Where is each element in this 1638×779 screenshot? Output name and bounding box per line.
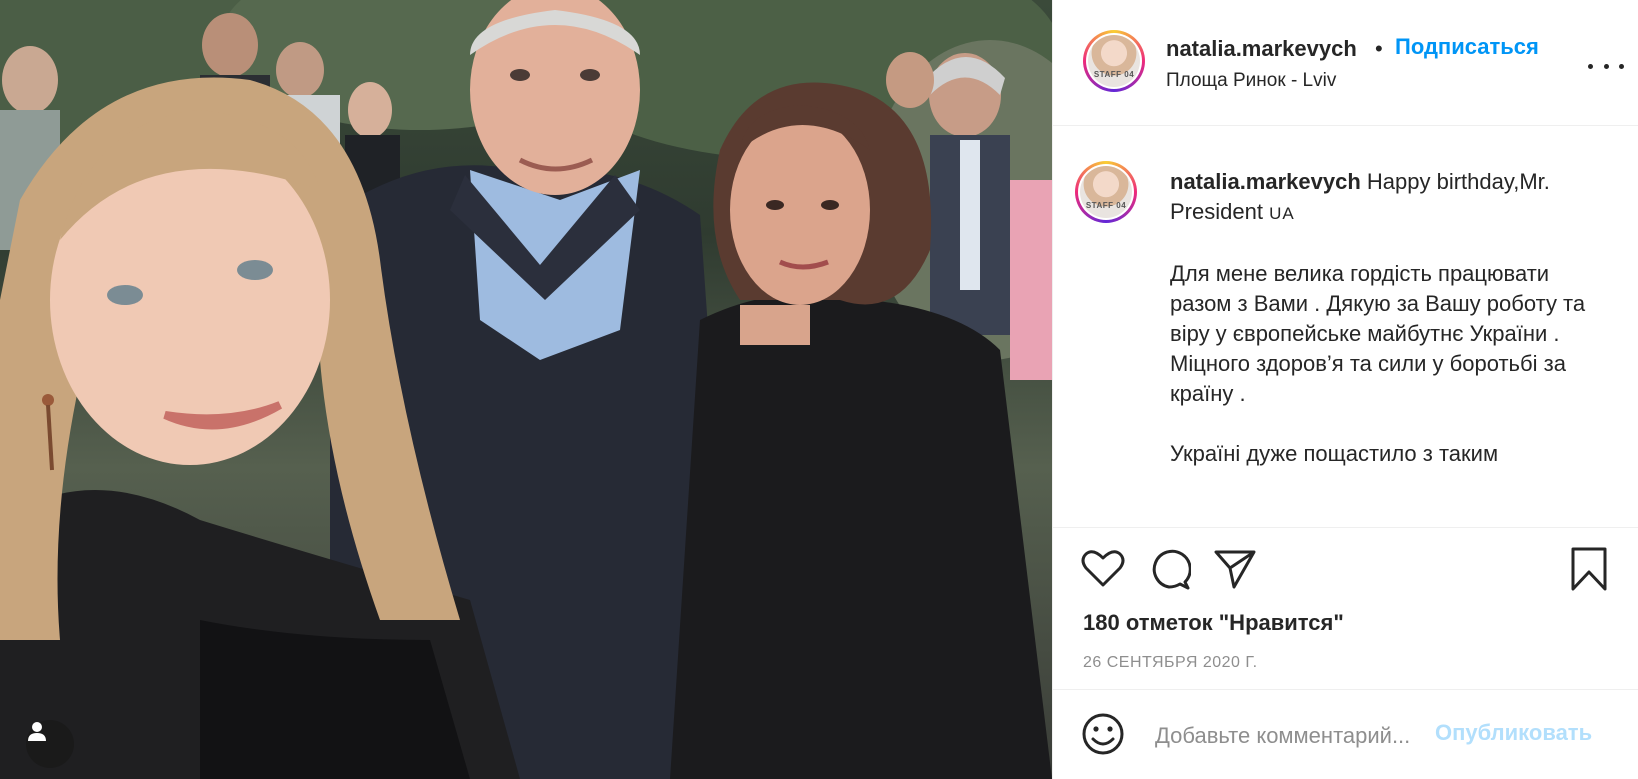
smiley-icon[interactable] bbox=[1081, 712, 1125, 761]
comment-input[interactable] bbox=[1153, 720, 1447, 752]
likes-count[interactable]: 180 отметок "Нравится" bbox=[1083, 610, 1344, 636]
avatar-text: STAFF 04 bbox=[1085, 201, 1127, 210]
comment-bar: Опубликовать bbox=[1053, 689, 1638, 779]
bookmark-icon[interactable] bbox=[1569, 546, 1609, 597]
heart-icon[interactable] bbox=[1081, 548, 1125, 593]
post-sidebar: STAFF 04 natalia.markevych • Подписаться… bbox=[1052, 0, 1638, 779]
publish-button[interactable]: Опубликовать bbox=[1435, 720, 1592, 746]
separator-dot: • bbox=[1375, 36, 1383, 61]
caption-username[interactable]: natalia.markevych bbox=[1170, 169, 1361, 194]
more-horizontal-icon[interactable] bbox=[1588, 52, 1624, 80]
author-username[interactable]: natalia.markevych bbox=[1166, 36, 1357, 62]
post-date[interactable]: 26 СЕНТЯБРЯ 2020 Г. bbox=[1083, 654, 1258, 672]
follow-button[interactable]: Подписаться bbox=[1395, 34, 1539, 60]
avatar-text: STAFF 04 bbox=[1093, 70, 1135, 79]
caption-text: natalia.markevych Happy birthday,Mr. Pre… bbox=[1170, 167, 1610, 469]
post-actions: 180 отметок "Нравится" 26 СЕНТЯБРЯ 2020 … bbox=[1053, 527, 1638, 689]
post-photo[interactable] bbox=[0, 0, 1052, 779]
person-tag-icon bbox=[28, 722, 46, 741]
comment-icon[interactable] bbox=[1147, 548, 1192, 595]
send-icon[interactable] bbox=[1213, 548, 1257, 595]
caption-body: Для мене велика гордість працювати разом… bbox=[1170, 261, 1586, 466]
flag-ua: UA bbox=[1269, 204, 1295, 223]
photo-illustration bbox=[0, 0, 1052, 779]
post-header: STAFF 04 natalia.markevych • Подписаться… bbox=[1053, 0, 1638, 126]
caption-section: STAFF 04 natalia.markevych Happy birthda… bbox=[1053, 127, 1638, 527]
author-avatar[interactable]: STAFF 04 bbox=[1083, 30, 1145, 92]
post-view: STAFF 04 natalia.markevych • Подписаться… bbox=[0, 0, 1638, 779]
post-location[interactable]: Площа Ринок - Lviv bbox=[1166, 70, 1336, 92]
tagged-people-button[interactable] bbox=[26, 720, 74, 768]
caption-avatar[interactable]: STAFF 04 bbox=[1075, 161, 1137, 223]
